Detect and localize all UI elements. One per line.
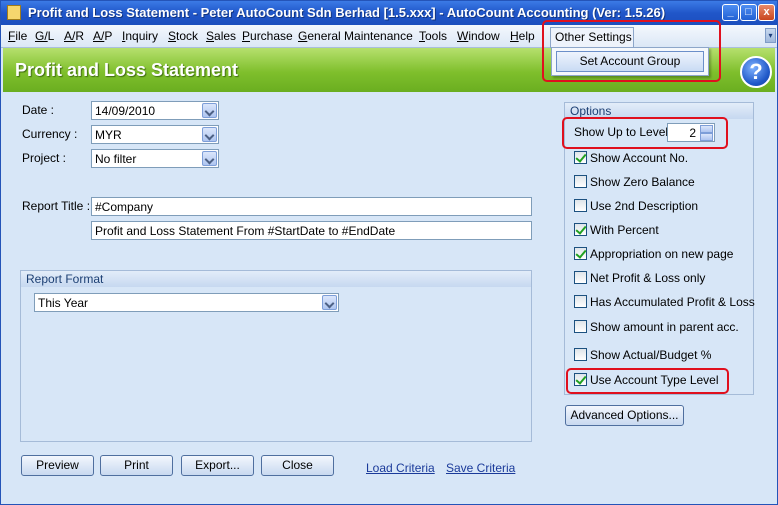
save-criteria-link[interactable]: Save Criteria bbox=[446, 461, 515, 475]
option-label: With Percent bbox=[590, 223, 659, 237]
minimize-button[interactable]: _ bbox=[722, 4, 739, 21]
date-picker[interactable]: 14/09/2010 bbox=[91, 101, 219, 120]
option-label: Appropriation on new page bbox=[590, 247, 734, 261]
chevron-down-icon[interactable] bbox=[322, 295, 337, 310]
option-label: Use 2nd Description bbox=[590, 199, 699, 213]
checkbox[interactable] bbox=[574, 223, 587, 236]
close-button[interactable]: Close bbox=[261, 455, 334, 476]
export-button[interactable]: Export... bbox=[181, 455, 254, 476]
currency-label: Currency : bbox=[22, 127, 78, 141]
menu-stock[interactable]: Stock bbox=[168, 29, 198, 43]
chevron-down-icon[interactable] bbox=[202, 151, 217, 166]
checkbox[interactable] bbox=[574, 348, 587, 361]
highlight-show-level bbox=[562, 117, 728, 149]
report-title-label: Report Title : bbox=[22, 199, 91, 213]
advanced-options-button[interactable]: Advanced Options... bbox=[565, 405, 684, 426]
option-label: Show Account No. bbox=[590, 151, 689, 165]
menu-sales[interactable]: Sales bbox=[206, 29, 236, 43]
load-criteria-link[interactable]: Load Criteria bbox=[366, 461, 435, 475]
menu-window[interactable]: Window bbox=[457, 29, 500, 43]
option-label: Net Profit & Loss only bbox=[590, 271, 706, 285]
chevron-down-icon[interactable]: ▾ bbox=[765, 28, 776, 43]
app-icon bbox=[7, 5, 21, 20]
print-button[interactable]: Print bbox=[100, 455, 173, 476]
checkbox[interactable] bbox=[574, 295, 587, 308]
menu-ap[interactable]: A/P bbox=[93, 29, 112, 43]
project-select[interactable]: No filter bbox=[91, 149, 219, 168]
currency-value: MYR bbox=[95, 128, 122, 142]
checkbox[interactable] bbox=[574, 320, 587, 333]
checkbox[interactable] bbox=[574, 271, 587, 284]
option-label: Has Accumulated Profit & Loss bbox=[590, 295, 755, 309]
close-window-button[interactable]: x bbox=[758, 4, 775, 21]
menu-tools[interactable]: Tools bbox=[419, 29, 447, 43]
currency-select[interactable]: MYR bbox=[91, 125, 219, 144]
report-format-title: Report Format bbox=[21, 271, 531, 287]
menu-help[interactable]: Help bbox=[510, 29, 535, 43]
checkbox[interactable] bbox=[574, 175, 587, 188]
preview-button[interactable]: Preview bbox=[21, 455, 94, 476]
menu-ar[interactable]: A/R bbox=[64, 29, 84, 43]
date-label: Date : bbox=[22, 103, 55, 117]
project-label: Project : bbox=[22, 151, 67, 165]
report-format-select[interactable]: This Year bbox=[34, 293, 339, 312]
checkbox[interactable] bbox=[574, 199, 587, 212]
checkbox[interactable] bbox=[574, 247, 587, 260]
window-title: Profit and Loss Statement - Peter AutoCo… bbox=[28, 5, 666, 20]
report-format-value: This Year bbox=[38, 296, 89, 310]
menu-general-maintenance[interactable]: General Maintenance bbox=[298, 29, 413, 43]
highlight-account-type-level bbox=[566, 368, 729, 394]
chevron-down-icon[interactable] bbox=[202, 127, 217, 142]
menu-file[interactable]: File bbox=[8, 29, 27, 43]
menu-inquiry[interactable]: Inquiry bbox=[122, 29, 158, 43]
report-title-input-2[interactable]: Profit and Loss Statement From #StartDat… bbox=[91, 221, 532, 240]
report-title-value-1: #Company bbox=[95, 200, 154, 214]
maximize-button[interactable]: □ bbox=[740, 4, 757, 21]
option-label: Show Actual/Budget % bbox=[590, 348, 712, 362]
report-title-input-1[interactable]: #Company bbox=[91, 197, 532, 216]
menu-purchase[interactable]: Purchase bbox=[242, 29, 293, 43]
project-value: No filter bbox=[95, 152, 137, 166]
date-value: 14/09/2010 bbox=[95, 104, 156, 118]
chevron-down-icon[interactable] bbox=[202, 103, 217, 118]
application-window: Profit and Loss Statement - Peter AutoCo… bbox=[0, 0, 778, 505]
option-label: Show amount in parent acc. bbox=[590, 320, 739, 334]
help-icon[interactable]: ? bbox=[740, 56, 772, 88]
option-label: Show Zero Balance bbox=[590, 175, 695, 189]
checkbox[interactable] bbox=[574, 151, 587, 164]
highlight-other-settings bbox=[542, 20, 721, 82]
page-title: Profit and Loss Statement bbox=[15, 60, 239, 80]
menu-gl[interactable]: G/L bbox=[35, 29, 54, 43]
report-title-value-2: Profit and Loss Statement From #StartDat… bbox=[95, 224, 396, 238]
